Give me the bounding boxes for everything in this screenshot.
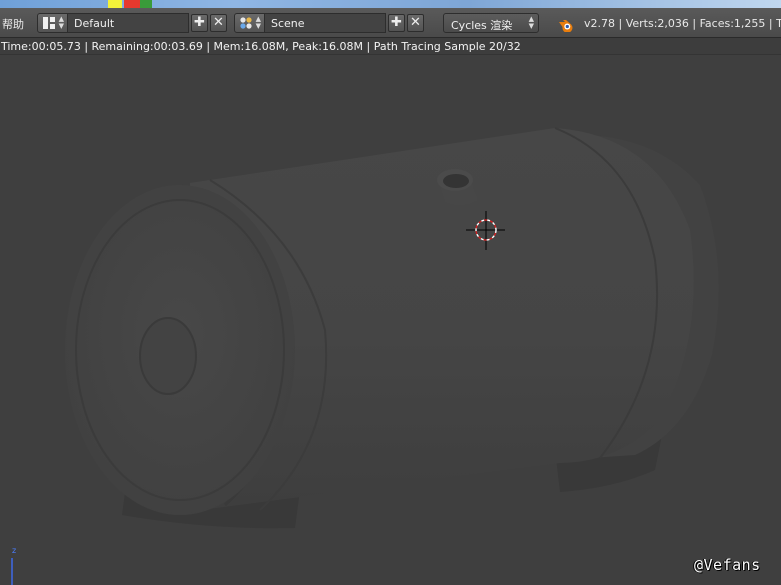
tank-model (65, 127, 719, 529)
viewport-render (0, 55, 781, 585)
scene-icon (240, 17, 252, 29)
blender-logo-icon (559, 20, 573, 32)
taskbar-icon (124, 0, 140, 8)
screen-layout-field[interactable]: Default (68, 13, 189, 33)
plus-icon: ✚ (194, 15, 205, 30)
close-icon: ✕ (410, 15, 421, 30)
scene-field[interactable]: Scene (265, 13, 386, 33)
add-screen-button[interactable]: ✚ (191, 14, 208, 32)
screen-layout-grid-icon (43, 17, 55, 29)
info-header: 帮助 ▲ ▼ Default ✚ ✕ ▲ ▼ Scene ✚ ✕ Cycles 渲染 (0, 8, 781, 38)
scene-name: Scene (271, 17, 305, 30)
scene-select-button[interactable]: ▲ ▼ (234, 13, 265, 33)
delete-screen-button[interactable]: ✕ (210, 14, 227, 32)
add-scene-button[interactable]: ✚ (388, 14, 405, 32)
screen-layout-name: Default (74, 17, 115, 30)
delete-scene-button[interactable]: ✕ (407, 14, 424, 32)
screen-layout-button[interactable]: ▲ ▼ (37, 13, 68, 33)
watermark: @Vefans (694, 556, 761, 574)
taskbar-icon (108, 0, 122, 8)
taskbar-icon (140, 0, 152, 8)
axis-z-label: z (12, 546, 17, 555)
3d-viewport[interactable]: z (0, 55, 781, 585)
scene-stats: v2.78 | Verts:2,036 | Faces:1,255 | Tris (584, 17, 781, 30)
close-icon: ✕ (213, 15, 224, 30)
render-progress-info: Time:00:05.73 | Remaining:00:03.69 | Mem… (0, 38, 781, 55)
os-taskbar-strip (0, 0, 781, 8)
updown-arrow-icon: ▲ ▼ (255, 15, 261, 30)
updown-arrow-icon: ▲ ▼ (58, 15, 64, 30)
tank-boss (139, 317, 197, 395)
menu-help[interactable]: 帮助 (2, 16, 24, 36)
updown-arrow-icon: ▲ ▼ (528, 15, 534, 30)
render-engine-select[interactable]: Cycles 渲染 ▲ ▼ (443, 13, 539, 33)
render-engine-label: Cycles 渲染 (451, 19, 513, 32)
plus-icon: ✚ (391, 15, 402, 30)
